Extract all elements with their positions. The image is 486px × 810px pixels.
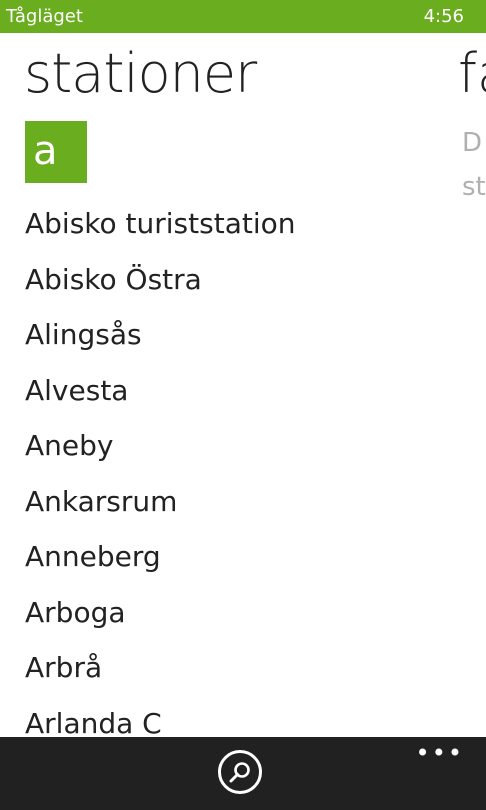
station-item[interactable]: Alvesta: [25, 369, 465, 425]
pivot-title-next[interactable]: fa: [458, 42, 486, 105]
more-options-button[interactable]: •••: [416, 741, 464, 765]
peek-text-line2: st: [462, 172, 486, 202]
station-item[interactable]: Abisko Östra: [25, 258, 465, 314]
station-item[interactable]: Arbrå: [25, 646, 465, 702]
station-item[interactable]: Aneby: [25, 424, 465, 480]
pivot-title-stationer[interactable]: stationer: [24, 42, 257, 105]
peek-text-line1: D: [462, 128, 483, 158]
station-item[interactable]: Alingsås: [25, 313, 465, 369]
status-app-name: Tågläget: [6, 6, 83, 27]
status-bar: Tågläget 4:56: [0, 0, 486, 33]
station-list[interactable]: Abisko turiststation Abisko Östra Alings…: [25, 202, 465, 737]
group-header-a[interactable]: a: [25, 121, 87, 183]
station-item[interactable]: Anneberg: [25, 535, 465, 591]
station-item[interactable]: Ankarsrum: [25, 480, 465, 536]
station-item[interactable]: Abisko turiststation: [25, 202, 465, 258]
search-button[interactable]: [218, 750, 262, 794]
station-item[interactable]: Arlanda C: [25, 702, 465, 738]
app-screen: Tågläget 4:56 stationer fa D st a Abisko…: [0, 0, 486, 810]
station-item[interactable]: Arboga: [25, 591, 465, 647]
group-letter: a: [33, 128, 58, 174]
status-time: 4:56: [423, 6, 464, 27]
app-bar: •••: [0, 737, 486, 810]
search-icon: [229, 762, 250, 783]
